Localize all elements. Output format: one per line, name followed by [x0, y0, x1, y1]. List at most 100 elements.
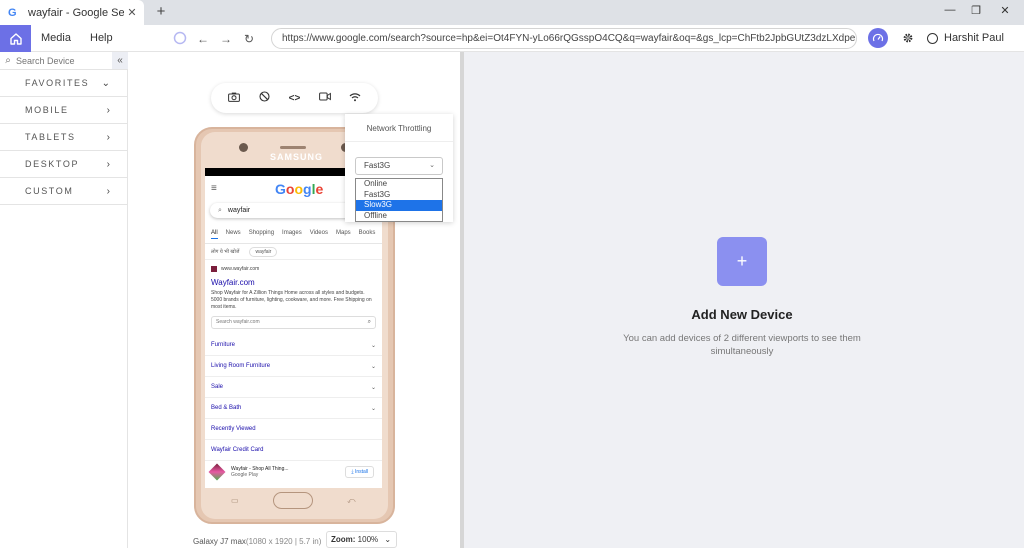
wayfair-app-icon — [208, 463, 226, 481]
sitelink-label: Bed & Bath — [211, 405, 242, 411]
install-label: Install — [354, 469, 368, 475]
result-title-link[interactable]: Wayfair.com — [211, 278, 376, 287]
chevron-down-icon: ⌄ — [101, 77, 110, 89]
device-name: Galaxy J7 max — [193, 537, 246, 546]
forward-button[interactable]: → — [218, 31, 234, 47]
related-label: लोग ये भी खोजें — [211, 248, 240, 255]
network-speed-button[interactable] — [868, 28, 888, 48]
home-button[interactable] — [0, 25, 31, 52]
collapse-sidebar-button[interactable]: « — [112, 52, 128, 69]
category-desktop[interactable]: DESKTOP › — [0, 151, 128, 178]
device-dimensions: (1080 x 1920 | 5.7 in) — [245, 537, 322, 546]
google-tab-news[interactable]: News — [226, 230, 241, 239]
new-tab-button[interactable]: + — [152, 3, 170, 21]
google-tab-images[interactable]: Images — [282, 230, 302, 239]
phone-home-key — [273, 492, 313, 509]
network-throttle-button[interactable] — [346, 92, 364, 105]
result-description: Shop Wayfair for A Zillion Things Home a… — [211, 290, 372, 310]
zoom-value: 100% — [357, 535, 379, 544]
user-profile[interactable]: Harshit Paul — [927, 32, 1004, 44]
device-sidebar: ⌕ « FAVORITES ⌄ MOBILE › TABLETS › DESKT… — [0, 52, 128, 548]
zoom-select[interactable]: Zoom: 100% ⌄ — [326, 531, 397, 548]
camera-button[interactable] — [225, 92, 243, 105]
related-searches: लोग ये भी खोजें wayfair — [205, 244, 382, 260]
throttle-select[interactable]: Fast3G ⌄ — [355, 157, 443, 175]
chevron-down-icon: ⌄ — [370, 342, 376, 349]
phone-brand: SAMSUNG — [270, 152, 324, 162]
back-button[interactable]: ← — [195, 31, 211, 47]
app-toolbar: Media Help ← → ↻ https://www.google.com/… — [0, 25, 1024, 52]
google-search-query: wayfair — [227, 207, 251, 214]
category-favorites[interactable]: FAVORITES ⌄ — [0, 70, 128, 97]
tab-title: wayfair - Google Searc — [28, 6, 124, 19]
speaker-grille — [280, 146, 306, 149]
site-search-input[interactable]: Search wayfair.com ⌕ — [211, 316, 376, 329]
chevron-down-icon: ⌄ — [370, 405, 376, 412]
install-button[interactable]: ⤓ Install — [345, 466, 374, 478]
loading-indicator-icon — [172, 31, 188, 47]
category-custom[interactable]: CUSTOM › — [0, 178, 128, 205]
device-toolbar: <> — [211, 83, 378, 113]
video-camera-icon — [318, 92, 331, 101]
home-icon — [9, 32, 22, 45]
google-tab-shopping[interactable]: Shopping — [249, 230, 274, 239]
google-tab-all[interactable]: All — [211, 230, 218, 239]
throttle-selected-value: Fast3G — [364, 161, 391, 170]
sitelink-living-room[interactable]: Living Room Furniture ⌄ — [205, 356, 382, 377]
wifi-icon — [349, 92, 361, 101]
category-label: FAVORITES — [25, 78, 90, 88]
window-close-button[interactable]: ✕ — [997, 4, 1013, 17]
category-label: DESKTOP — [25, 159, 80, 169]
video-button[interactable] — [316, 92, 334, 104]
settings-button[interactable] — [899, 29, 917, 47]
add-device-button[interactable]: + — [717, 237, 767, 286]
app-result[interactable]: Wayfair - Shop All Thing... Google Play … — [205, 461, 382, 483]
user-avatar-icon — [927, 32, 938, 44]
sitelink-furniture[interactable]: Furniture ⌄ — [205, 335, 382, 356]
menu-help[interactable]: Help — [90, 32, 113, 44]
maximize-button[interactable]: ❐ — [968, 4, 984, 17]
search-icon: ⌕ — [5, 55, 11, 66]
google-tabs: All News Shopping Images Videos Maps Boo… — [205, 220, 382, 244]
add-device-description: You can add devices of 2 different viewp… — [623, 333, 861, 357]
browser-tab[interactable]: G wayfair - Google Searc ✕ — [0, 0, 144, 25]
back-key-icon: ⤺ — [347, 496, 356, 505]
code-icon[interactable]: <> — [285, 93, 303, 104]
address-bar[interactable]: https://www.google.com/search?source=hp&… — [271, 28, 857, 49]
category-mobile[interactable]: MOBILE › — [0, 97, 128, 124]
device-search: ⌕ « — [0, 52, 128, 70]
google-tab-maps[interactable]: Maps — [336, 230, 351, 239]
sitelink-label: Sale — [211, 384, 224, 390]
speedometer-icon — [872, 33, 884, 42]
related-pill[interactable]: wayfair — [249, 246, 278, 257]
category-label: MOBILE — [25, 105, 69, 115]
tab-close-icon[interactable]: ✕ — [124, 6, 140, 19]
hamburger-icon[interactable]: ≡ — [211, 183, 217, 194]
zoom-label: Zoom: — [331, 535, 356, 544]
throttle-option-fast3g[interactable]: Fast3G — [356, 190, 442, 201]
sitelink-bed-bath[interactable]: Bed & Bath ⌄ — [205, 398, 382, 419]
sitelink-recently-viewed[interactable]: Recently Viewed — [205, 419, 382, 440]
google-tab-videos[interactable]: Videos — [310, 230, 328, 239]
add-device-pane — [464, 52, 1024, 548]
menu-media[interactable]: Media — [41, 32, 71, 44]
sitelink-credit-card[interactable]: Wayfair Credit Card — [205, 440, 382, 461]
reload-button[interactable]: ↻ — [241, 31, 257, 47]
result-url: www.wayfair.com — [221, 266, 260, 272]
phone-bottom-bezel: ▭ ⤺ — [205, 488, 382, 516]
divider — [345, 141, 453, 142]
minimize-button[interactable]: — — [942, 4, 958, 16]
search-device-input[interactable] — [16, 55, 108, 66]
throttle-option-offline[interactable]: Offline — [356, 211, 442, 222]
sitelink-sale[interactable]: Sale ⌄ — [205, 377, 382, 398]
category-tablets[interactable]: TABLETS › — [0, 124, 128, 151]
search-icon: ⌕ — [367, 319, 371, 325]
disable-button[interactable] — [255, 91, 273, 105]
user-name: Harshit Paul — [944, 32, 1004, 44]
sitelink-label: Wayfair Credit Card — [211, 447, 264, 453]
gear-icon — [903, 33, 913, 43]
throttle-option-slow3g[interactable]: Slow3G — [356, 200, 442, 211]
google-tab-books[interactable]: Books — [359, 230, 376, 239]
throttle-option-online[interactable]: Online — [356, 179, 442, 190]
sitelink-label: Furniture — [211, 342, 236, 348]
